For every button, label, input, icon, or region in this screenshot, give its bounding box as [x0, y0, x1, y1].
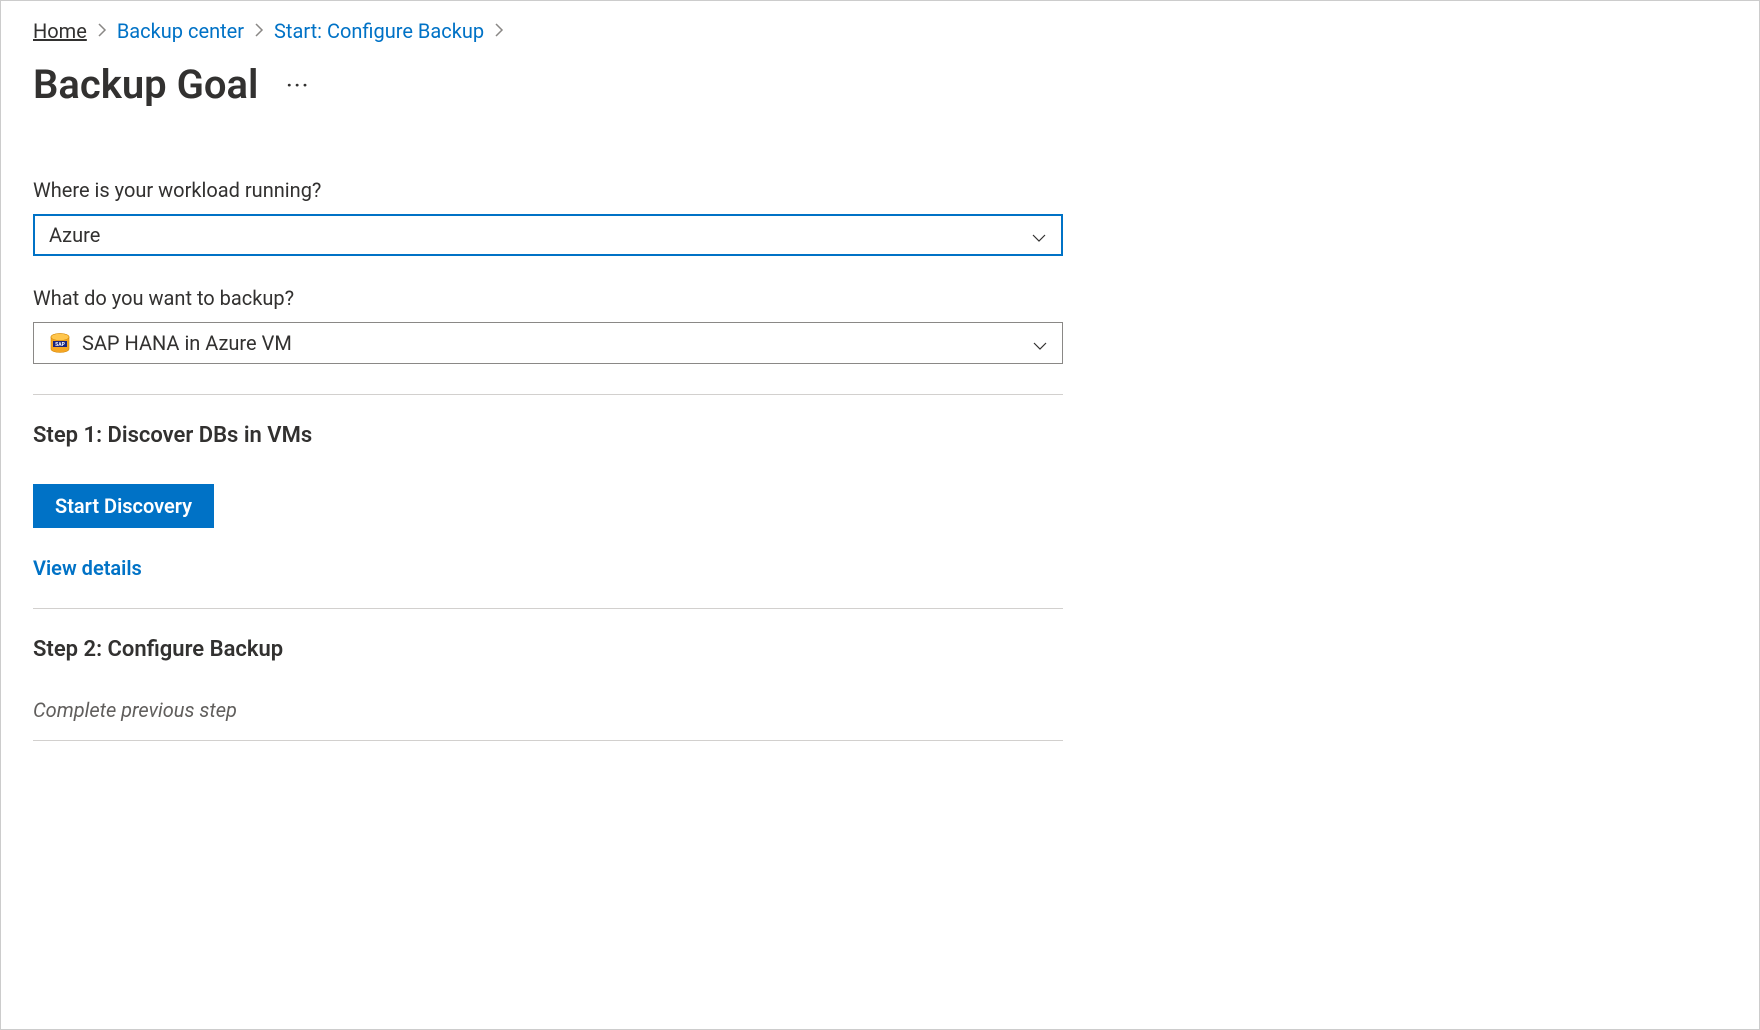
workload-dropdown[interactable]: Azure [33, 214, 1063, 256]
chevron-down-icon [1031, 227, 1047, 243]
svg-text:SAP: SAP [55, 342, 65, 348]
breadcrumb-backup-center[interactable]: Backup center [117, 19, 244, 43]
form-section: Where is your workload running? Azure Wh… [33, 178, 1063, 741]
breadcrumb-home[interactable]: Home [33, 19, 87, 43]
view-details-link[interactable]: View details [33, 556, 142, 580]
backup-type-field-group: What do you want to backup? SAP SAP HANA… [33, 286, 1063, 364]
page-title-row: Backup Goal ··· [33, 61, 1727, 108]
page-title: Backup Goal [33, 61, 258, 108]
step1-title: Step 1: Discover DBs in VMs [33, 423, 1063, 448]
divider [33, 394, 1063, 395]
breadcrumb: Home Backup center Start: Configure Back… [33, 19, 1727, 43]
chevron-right-icon [97, 22, 107, 41]
chevron-down-icon [1032, 335, 1048, 351]
workload-value: Azure [49, 223, 100, 247]
workload-field-group: Where is your workload running? Azure [33, 178, 1063, 256]
backup-type-label: What do you want to backup? [33, 286, 1063, 310]
workload-label: Where is your workload running? [33, 178, 1063, 202]
more-icon[interactable]: ··· [286, 73, 310, 97]
breadcrumb-configure-backup[interactable]: Start: Configure Backup [274, 19, 484, 43]
step2-title: Step 2: Configure Backup [33, 637, 1063, 662]
divider [33, 608, 1063, 609]
chevron-right-icon [494, 22, 504, 41]
divider [33, 740, 1063, 741]
backup-type-value: SAP HANA in Azure VM [82, 331, 292, 355]
sap-hana-icon: SAP [48, 331, 72, 355]
start-discovery-button[interactable]: Start Discovery [33, 484, 214, 528]
page-container: Home Backup center Start: Configure Back… [0, 0, 1760, 1030]
chevron-right-icon [254, 22, 264, 41]
backup-type-dropdown[interactable]: SAP SAP HANA in Azure VM [33, 322, 1063, 364]
step2-hint: Complete previous step [33, 698, 1063, 722]
